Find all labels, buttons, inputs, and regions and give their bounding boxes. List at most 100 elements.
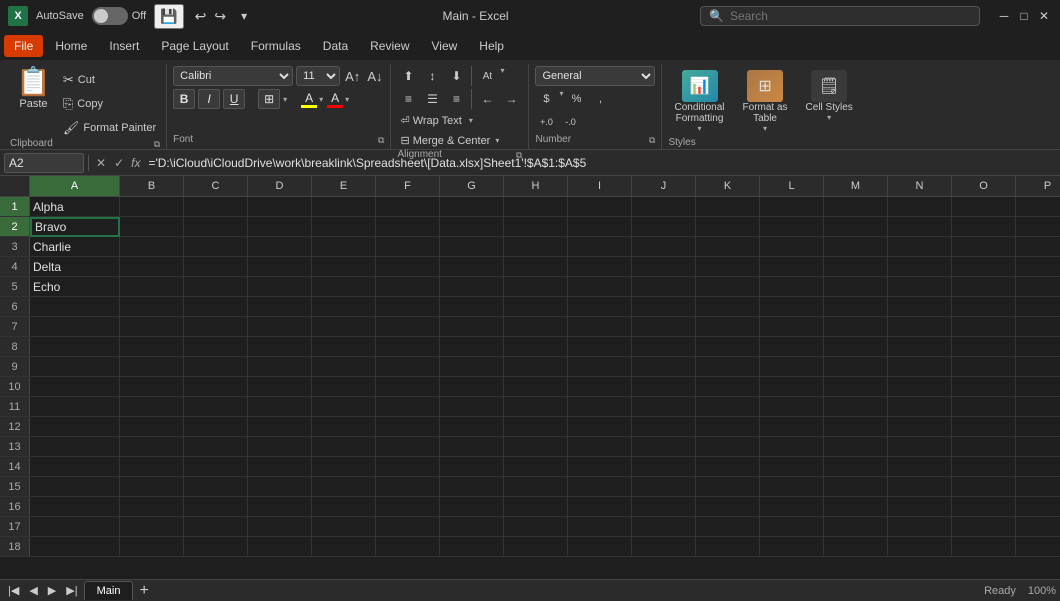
col-header-C[interactable]: C: [184, 176, 248, 196]
cell-F3[interactable]: [376, 237, 440, 257]
row-num-10[interactable]: 10: [0, 377, 30, 396]
cell-M4[interactable]: [824, 257, 888, 277]
sheet-tab-main[interactable]: Main: [84, 581, 134, 600]
col-header-J[interactable]: J: [632, 176, 696, 196]
cell-L2[interactable]: [760, 217, 824, 237]
save-button[interactable]: 💾: [154, 4, 183, 29]
number-format-select[interactable]: General: [535, 66, 655, 86]
row-num-12[interactable]: 12: [0, 417, 30, 436]
cell-J5[interactable]: [632, 277, 696, 297]
cell-D4[interactable]: [248, 257, 312, 277]
cell-J2[interactable]: [632, 217, 696, 237]
col-header-G[interactable]: G: [440, 176, 504, 196]
align-top-button[interactable]: ⬆: [397, 66, 419, 86]
font-size-select[interactable]: 11: [296, 66, 340, 86]
paste-button[interactable]: 📋 Paste: [10, 66, 57, 112]
fill-color-dropdown[interactable]: ▾: [319, 95, 323, 104]
cell-O1[interactable]: [952, 197, 1016, 217]
cell-N5[interactable]: [888, 277, 952, 297]
sheet-nav-next[interactable]: ▶: [44, 582, 60, 599]
bold-button[interactable]: B: [173, 89, 195, 109]
cell-D3[interactable]: [248, 237, 312, 257]
close-button[interactable]: ✕: [1036, 8, 1052, 24]
cell-reference-box[interactable]: [4, 153, 84, 173]
formula-input[interactable]: [144, 154, 1056, 172]
number-expand-icon[interactable]: ⧉: [649, 135, 655, 146]
decrease-indent-button[interactable]: ←: [476, 89, 498, 109]
row-num-15[interactable]: 15: [0, 477, 30, 496]
format-painter-button[interactable]: 🖌 Format Painter: [59, 118, 160, 138]
row-num-6[interactable]: 6: [0, 297, 30, 316]
row-num-14[interactable]: 14: [0, 457, 30, 476]
copy-button[interactable]: ⎘ Copy: [59, 94, 160, 114]
cell-O2[interactable]: [952, 217, 1016, 237]
row-num-17[interactable]: 17: [0, 517, 30, 536]
align-left-button[interactable]: ≡: [397, 89, 419, 109]
cell-I3[interactable]: [568, 237, 632, 257]
col-header-H[interactable]: H: [504, 176, 568, 196]
dollar-button[interactable]: $: [535, 89, 557, 109]
menu-item-data[interactable]: Data: [313, 35, 358, 57]
col-header-K[interactable]: K: [696, 176, 760, 196]
cell-K3[interactable]: [696, 237, 760, 257]
autosave-toggle[interactable]: Off: [92, 7, 146, 25]
cell-K4[interactable]: [696, 257, 760, 277]
cell-G3[interactable]: [440, 237, 504, 257]
col-header-L[interactable]: L: [760, 176, 824, 196]
cell-B5[interactable]: [120, 277, 184, 297]
row-num-18[interactable]: 18: [0, 537, 30, 556]
cell-L5[interactable]: [760, 277, 824, 297]
cell-A3[interactable]: Charlie: [30, 237, 120, 257]
cell-P5[interactable]: [1016, 277, 1060, 297]
col-header-I[interactable]: I: [568, 176, 632, 196]
row-num-11[interactable]: 11: [0, 397, 30, 416]
cell-N4[interactable]: [888, 257, 952, 277]
cell-G4[interactable]: [440, 257, 504, 277]
cell-O3[interactable]: [952, 237, 1016, 257]
cell-E5[interactable]: [312, 277, 376, 297]
menu-item-page-layout[interactable]: Page Layout: [151, 35, 238, 57]
cell-M3[interactable]: [824, 237, 888, 257]
row-num-9[interactable]: 9: [0, 357, 30, 376]
col-header-M[interactable]: M: [824, 176, 888, 196]
col-header-N[interactable]: N: [888, 176, 952, 196]
row-num-16[interactable]: 16: [0, 497, 30, 516]
cell-A5[interactable]: Echo: [30, 277, 120, 297]
cell-M1[interactable]: [824, 197, 888, 217]
cell-C4[interactable]: [184, 257, 248, 277]
cell-F4[interactable]: [376, 257, 440, 277]
increase-decimal-button[interactable]: +.0: [535, 112, 557, 132]
wrap-dropdown[interactable]: ▾: [469, 116, 473, 125]
cell-H5[interactable]: [504, 277, 568, 297]
col-header-P[interactable]: P: [1016, 176, 1060, 196]
cell-I2[interactable]: [568, 217, 632, 237]
cell-D2[interactable]: [248, 217, 312, 237]
format-as-table-dropdown[interactable]: ▾: [763, 124, 767, 133]
row-num-2[interactable]: 2: [0, 217, 30, 236]
font-color-dropdown[interactable]: ▾: [345, 95, 349, 104]
search-bar[interactable]: 🔍: [700, 6, 980, 26]
col-header-O[interactable]: O: [952, 176, 1016, 196]
cell-E1[interactable]: [312, 197, 376, 217]
cell-J1[interactable]: [632, 197, 696, 217]
row-num-7[interactable]: 7: [0, 317, 30, 336]
fill-color-button[interactable]: A: [300, 90, 318, 109]
sheet-nav-first[interactable]: |◀: [4, 582, 23, 599]
format-as-table-button[interactable]: ⊞ Format as Table ▾: [737, 66, 794, 137]
cell-N1[interactable]: [888, 197, 952, 217]
cell-C3[interactable]: [184, 237, 248, 257]
cell-I1[interactable]: [568, 197, 632, 217]
col-header-F[interactable]: F: [376, 176, 440, 196]
underline-button[interactable]: U: [223, 89, 245, 109]
formula-confirm-button[interactable]: ✓: [111, 155, 127, 171]
maximize-button[interactable]: □: [1016, 8, 1032, 24]
merge-dropdown[interactable]: ▾: [495, 136, 499, 145]
border-button[interactable]: ⊞: [258, 89, 280, 109]
minimize-button[interactable]: ─: [996, 8, 1012, 24]
cell-G1[interactable]: [440, 197, 504, 217]
font-expand-icon[interactable]: ⧉: [378, 135, 384, 146]
orientation-button[interactable]: At: [476, 66, 498, 86]
cell-L3[interactable]: [760, 237, 824, 257]
align-center-button[interactable]: ☰: [421, 89, 443, 109]
cell-styles-dropdown[interactable]: ▾: [827, 113, 831, 122]
